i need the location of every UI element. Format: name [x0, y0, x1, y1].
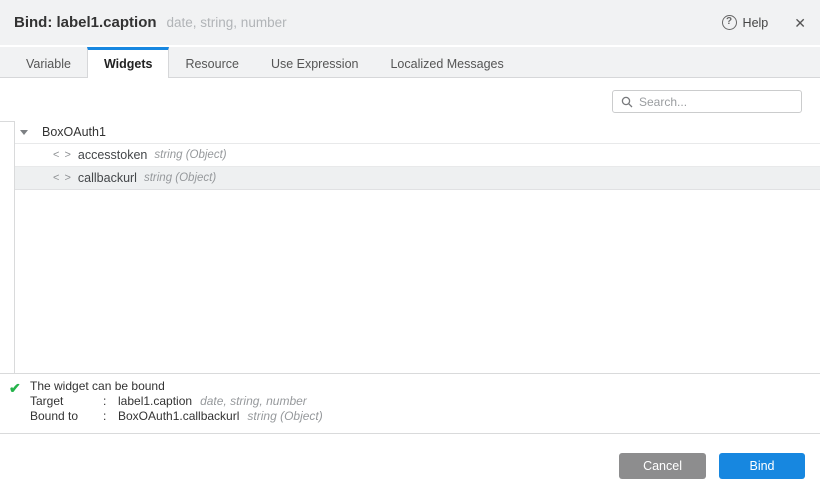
bind-button[interactable]: Bind — [719, 453, 805, 479]
status-boundto-type: string (Object) — [247, 409, 322, 424]
status-target-value: label1.caption — [118, 394, 192, 409]
tab-bar: Variable Widgets Resource Use Expression… — [0, 47, 820, 78]
status-colon: : — [103, 394, 118, 409]
panel-top-border — [0, 121, 15, 122]
status-body: The widget can be bound Target : label1.… — [30, 379, 820, 423]
tree-item-callbackurl[interactable]: < > callbackurl string (Object) — [15, 167, 820, 190]
status-target-row: Target : label1.caption date, string, nu… — [30, 394, 820, 409]
status-target-label: Target — [30, 394, 103, 409]
status-colon: : — [103, 409, 118, 424]
tab-localized-messages[interactable]: Localized Messages — [374, 47, 519, 77]
tree-item-accesstoken[interactable]: < > accesstoken string (Object) — [15, 144, 820, 167]
tree-node-type: string (Object) — [154, 149, 226, 161]
tree-item-boxoauth1[interactable]: BoxOAuth1 — [15, 121, 820, 144]
dialog-type-hint: date, string, number — [167, 15, 287, 30]
close-icon[interactable]: ✕ — [794, 16, 806, 30]
tree-node-label: accesstoken — [78, 148, 147, 162]
widget-tree: BoxOAuth1 < > accesstoken string (Object… — [15, 121, 820, 190]
property-brackets-icon: < > — [53, 172, 72, 184]
tab-variable[interactable]: Variable — [10, 47, 87, 77]
collapse-caret-icon[interactable] — [20, 130, 28, 135]
tab-widgets[interactable]: Widgets — [87, 47, 170, 78]
search-box — [612, 90, 802, 113]
tab-resource[interactable]: Resource — [169, 47, 255, 77]
status-boundto-value: BoxOAuth1.callbackurl — [118, 409, 239, 424]
cancel-button[interactable]: Cancel — [619, 453, 706, 479]
tree-root-label: BoxOAuth1 — [42, 125, 106, 139]
search-input[interactable] — [639, 95, 794, 109]
dialog-title: Bind: label1.caption — [14, 14, 157, 31]
dialog-header: Bind: label1.caption date, string, numbe… — [0, 0, 820, 45]
property-brackets-icon: < > — [53, 149, 72, 161]
status-message: The widget can be bound — [30, 379, 820, 394]
tree-node-type: string (Object) — [144, 172, 216, 184]
success-check-icon: ✔ — [9, 381, 21, 395]
help-icon[interactable]: ? — [722, 15, 737, 30]
header-actions: ? Help ✕ — [722, 15, 806, 30]
dialog-footer: Cancel Bind — [619, 453, 805, 479]
bind-status-panel: ✔ The widget can be bound Target : label… — [0, 373, 820, 434]
search-icon — [621, 96, 633, 108]
status-boundto-row: Bound to : BoxOAuth1.callbackurl string … — [30, 409, 820, 424]
status-boundto-label: Bound to — [30, 409, 103, 424]
tab-use-expression[interactable]: Use Expression — [255, 47, 375, 77]
tree-node-label: callbackurl — [78, 171, 137, 185]
bind-dialog: Bind: label1.caption date, string, numbe… — [0, 0, 820, 492]
help-link[interactable]: Help — [743, 16, 769, 30]
status-target-type: date, string, number — [200, 394, 307, 409]
